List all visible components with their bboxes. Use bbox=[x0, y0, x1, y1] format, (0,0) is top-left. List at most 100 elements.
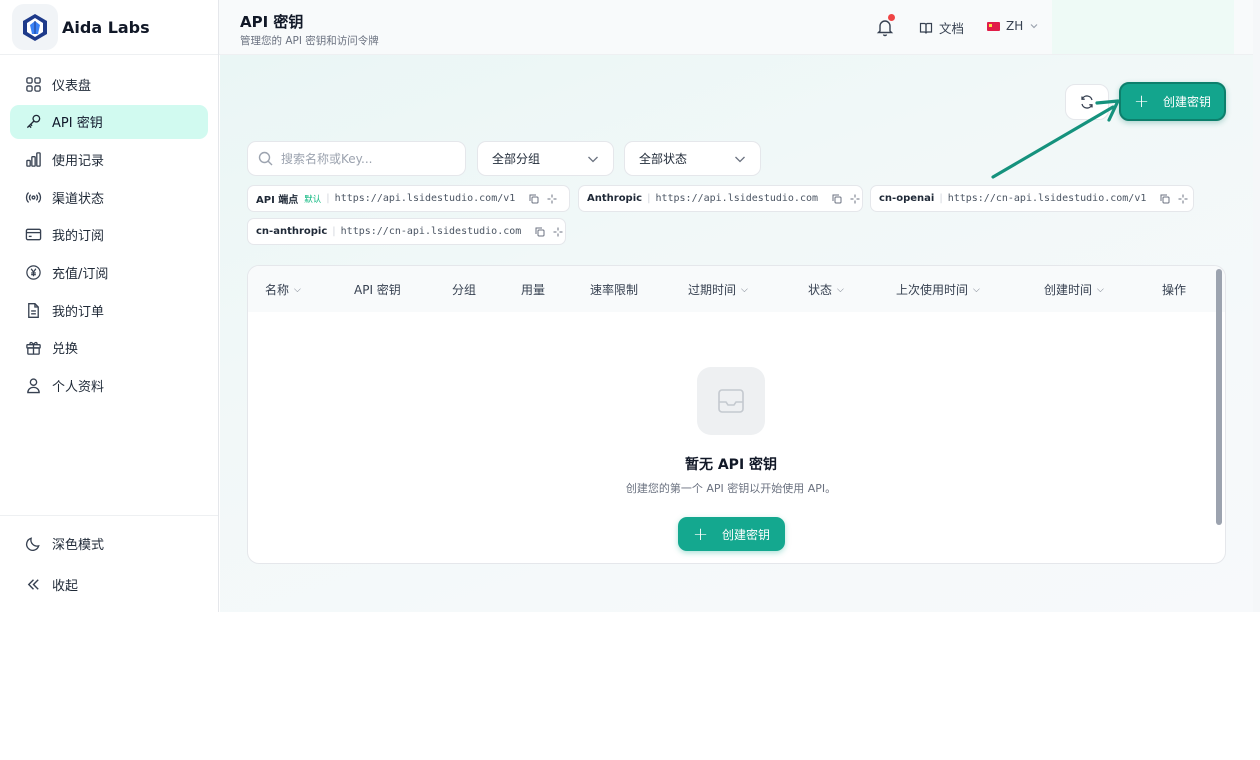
chevron-down-icon bbox=[1030, 24, 1038, 29]
docs-link[interactable]: 文档 bbox=[919, 18, 964, 37]
column-header-name[interactable]: 名称 ⌵ bbox=[265, 281, 301, 298]
moon-icon bbox=[24, 534, 42, 552]
brand-name: Aida Labs bbox=[62, 17, 150, 37]
copy-icon[interactable] bbox=[535, 227, 545, 237]
brand-logo bbox=[12, 4, 58, 50]
sidebar-item-api-keys[interactable]: API 密钥 bbox=[10, 104, 208, 139]
test-endpoint-icon[interactable] bbox=[850, 194, 860, 204]
app-window: Aida Labs 仪表盘 API 密钥 使用记录 渠道状态 我的订阅 充值/订… bbox=[0, 0, 1260, 612]
column-header-api-key: API 密钥 bbox=[354, 283, 401, 297]
brand[interactable]: Aida Labs bbox=[0, 0, 218, 55]
endpoint-url: https://api.lsidestudio.com/v1 bbox=[334, 193, 516, 204]
endpoint-chip-default: API 端点 默认 | https://api.lsidestudio.com/… bbox=[247, 185, 570, 212]
column-header-rate-limit: 速率限制 bbox=[590, 283, 639, 297]
refresh-icon bbox=[1081, 95, 1093, 109]
language-label: ZH bbox=[1006, 19, 1024, 33]
column-header-last-used[interactable]: 上次使用时间 ⌵ bbox=[896, 281, 980, 298]
broadcast-icon bbox=[24, 188, 42, 206]
dark-mode-toggle[interactable]: 深色模式 bbox=[10, 526, 208, 560]
dark-mode-label: 深色模式 bbox=[52, 537, 105, 553]
plus-icon: + bbox=[1133, 91, 1150, 112]
endpoint-url: https://cn-api.lsidestudio.com/v1 bbox=[947, 193, 1147, 204]
table-header: 名称 ⌵ API 密钥 分组 用量 速率限制 过期时间 ⌵ 状态 ⌵ 上次使用时间 ⌵ … bbox=[248, 266, 1225, 312]
sidebar-footer: 深色模式 收起 bbox=[0, 515, 218, 608]
copy-icon[interactable] bbox=[1160, 194, 1170, 204]
column-header-group: 分组 bbox=[452, 283, 477, 297]
column-header-expires[interactable]: 过期时间 ⌵ bbox=[688, 281, 748, 298]
endpoint-chip-anthropic: Anthropic | https://api.lsidestudio.com bbox=[578, 185, 863, 212]
sidebar-item-label: 仪表盘 bbox=[52, 78, 92, 94]
search-input[interactable] bbox=[281, 151, 451, 166]
table-scrollbar[interactable] bbox=[1216, 269, 1222, 525]
search-icon bbox=[258, 151, 273, 166]
user-icon bbox=[24, 377, 42, 395]
empty-state-description: 创建您的第一个 API 密钥以开始使用 API。 bbox=[625, 482, 837, 495]
sidebar: Aida Labs 仪表盘 API 密钥 使用记录 渠道状态 我的订阅 充值/订… bbox=[0, 0, 219, 612]
sidebar-item-label: 兑换 bbox=[52, 342, 79, 358]
sidebar-item-profile[interactable]: 个人资料 bbox=[10, 369, 208, 403]
test-endpoint-icon[interactable] bbox=[553, 227, 563, 237]
test-endpoint-icon[interactable] bbox=[547, 194, 557, 204]
sidebar-item-label: 我的订阅 bbox=[52, 229, 105, 245]
book-icon bbox=[919, 22, 933, 34]
document-icon bbox=[24, 301, 42, 319]
create-key-button[interactable]: + 创建密钥 bbox=[1119, 82, 1226, 121]
refresh-button[interactable] bbox=[1065, 84, 1109, 120]
chevron-down-icon bbox=[735, 156, 745, 162]
endpoint-url: https://cn-api.lsidestudio.com bbox=[340, 226, 522, 237]
sidebar-item-recharge[interactable]: 充值/订阅 bbox=[10, 255, 208, 289]
docs-label: 文档 bbox=[939, 21, 965, 36]
create-key-empty-button[interactable]: + 创建密钥 bbox=[678, 517, 785, 551]
china-flag-icon bbox=[987, 21, 1000, 31]
chevron-down-icon bbox=[588, 156, 598, 162]
empty-state-title: 暂无 API 密钥 bbox=[684, 457, 778, 473]
endpoint-url: https://api.lsidestudio.com bbox=[655, 193, 819, 204]
sidebar-item-subscriptions[interactable]: 我的订阅 bbox=[10, 218, 208, 252]
language-selector[interactable]: ZH bbox=[987, 19, 1039, 33]
window-edge bbox=[1253, 0, 1260, 612]
api-keys-table: 名称 ⌵ API 密钥 分组 用量 速率限制 过期时间 ⌵ 状态 ⌵ 上次使用时间 ⌵ … bbox=[247, 265, 1226, 564]
column-header-status[interactable]: 状态 ⌵ bbox=[808, 281, 844, 298]
endpoint-name: API 端点 bbox=[256, 195, 299, 206]
collapse-sidebar-button[interactable]: 收起 bbox=[10, 567, 208, 601]
inbox-icon bbox=[697, 367, 765, 435]
collapse-label: 收起 bbox=[52, 578, 79, 594]
search-box[interactable] bbox=[247, 141, 466, 176]
create-key-label: 创建密钥 bbox=[1163, 95, 1212, 109]
endpoint-name: Anthropic bbox=[587, 193, 643, 204]
key-icon bbox=[24, 113, 42, 131]
test-endpoint-icon[interactable] bbox=[1178, 194, 1188, 204]
gift-icon bbox=[24, 339, 42, 357]
copy-icon[interactable] bbox=[529, 194, 539, 204]
endpoint-name: cn-openai bbox=[879, 193, 935, 204]
sidebar-item-label: 我的订单 bbox=[52, 304, 105, 320]
top-header: API 密钥 管理您的 API 密钥和访问令牌 文档 ZH bbox=[219, 0, 1260, 55]
endpoint-name: cn-anthropic bbox=[256, 226, 328, 237]
column-header-created[interactable]: 创建时间 ⌵ bbox=[1044, 281, 1104, 298]
sidebar-item-channel-status[interactable]: 渠道状态 bbox=[10, 180, 208, 214]
group-filter-select[interactable]: 全部分组 bbox=[477, 141, 614, 176]
group-filter-value: 全部分组 bbox=[492, 152, 541, 166]
notification-badge bbox=[888, 14, 895, 21]
dashboard-icon bbox=[24, 75, 42, 93]
column-header-actions: 操作 bbox=[1162, 283, 1187, 297]
column-header-usage: 用量 bbox=[521, 283, 546, 297]
sidebar-item-label: 使用记录 bbox=[52, 153, 105, 169]
default-badge: 默认 bbox=[304, 194, 322, 205]
copy-icon[interactable] bbox=[832, 194, 842, 204]
status-filter-select[interactable]: 全部状态 bbox=[624, 141, 761, 176]
header-accent-area bbox=[1052, 0, 1234, 54]
sidebar-item-usage[interactable]: 使用记录 bbox=[10, 142, 208, 176]
sidebar-item-orders[interactable]: 我的订单 bbox=[10, 293, 208, 327]
create-key-empty-label: 创建密钥 bbox=[722, 527, 771, 542]
sidebar-item-dashboard[interactable]: 仪表盘 bbox=[10, 67, 208, 101]
double-chevron-left-icon bbox=[24, 575, 42, 593]
page-title: API 密钥 bbox=[240, 13, 304, 31]
endpoint-chip-cn-anthropic: cn-anthropic | https://cn-api.lsidestudi… bbox=[247, 218, 566, 245]
status-filter-value: 全部状态 bbox=[639, 152, 688, 166]
main-content: + 创建密钥 全部分组 全部状态 API 端点 默认 | https://api… bbox=[220, 55, 1253, 612]
bar-chart-icon bbox=[24, 150, 42, 168]
sidebar-item-redeem[interactable]: 兑换 bbox=[10, 331, 208, 365]
credit-card-icon bbox=[24, 226, 42, 244]
sidebar-item-label: 渠道状态 bbox=[52, 191, 105, 207]
